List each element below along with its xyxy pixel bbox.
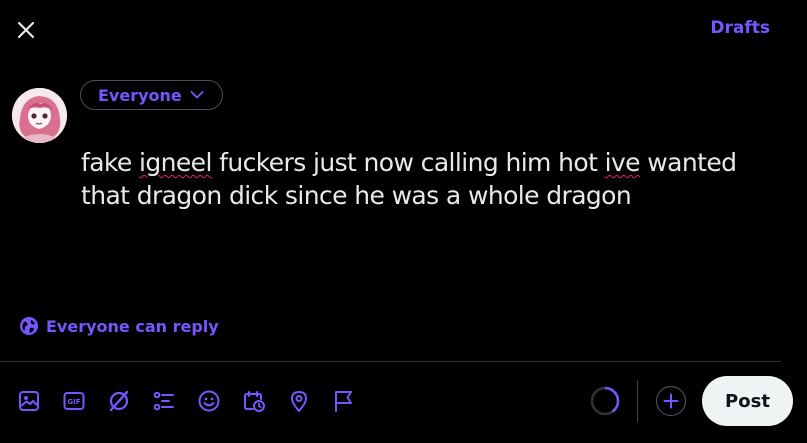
add-post-button[interactable] [654,384,688,418]
gif-icon: GIF [63,392,85,410]
flag-icon [335,391,352,412]
tag-location-button[interactable] [327,384,361,418]
drafts-button[interactable]: Drafts [710,18,770,38]
close-button[interactable] [10,14,42,46]
post-button[interactable]: Post [702,376,793,426]
reply-setting-label: Everyone can reply [46,316,219,336]
poll-icon [153,391,174,411]
chevron-down-icon [190,91,204,99]
avatar[interactable] [12,88,67,143]
post-controls: Post [589,376,793,426]
post-text-input[interactable]: fake igneel fuckers just now calling him… [81,146,781,212]
misspelled-word: igneel [139,148,212,177]
grok-icon [109,390,129,412]
text-segment: fake [81,148,140,177]
gif-button[interactable]: GIF [57,384,91,418]
reply-setting-button[interactable]: Everyone can reply [19,316,219,336]
audience-selector[interactable]: Everyone [80,80,223,110]
schedule-icon [244,391,265,412]
character-progress-ring [590,386,620,416]
divider [0,361,781,362]
text-segment: fuckers just now calling him hot [211,148,605,177]
gif-icon-label: GIF [67,398,80,406]
audience-label: Everyone [98,85,182,105]
emoji-icon [198,390,220,412]
emoji-button[interactable] [192,384,226,418]
schedule-button[interactable] [237,384,271,418]
globe-icon [20,317,38,335]
plus-icon [655,385,687,417]
location-button[interactable] [282,384,316,418]
separator [637,380,638,422]
close-icon [17,21,35,39]
media-button[interactable] [12,384,46,418]
misspelled-word: ive [604,148,641,177]
poll-button[interactable] [147,384,181,418]
grok-button[interactable] [102,384,136,418]
compose-toolbar: GIF [12,384,361,418]
location-icon [291,391,307,412]
image-icon [19,391,39,411]
